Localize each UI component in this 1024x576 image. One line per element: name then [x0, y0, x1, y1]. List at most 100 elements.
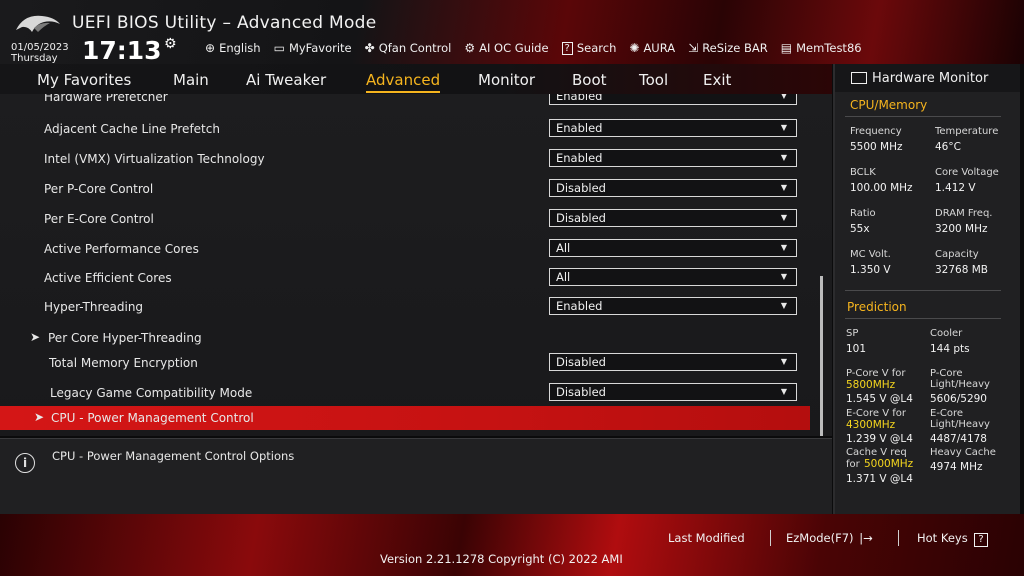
setting-dropdown[interactable]: Disabled ▼ — [549, 383, 797, 401]
setting-row-active-efficient-cores[interactable]: Active Efficient Cores All ▼ — [0, 265, 810, 293]
tool-search[interactable]: ? Search — [561, 41, 616, 55]
caret-down-icon: ▼ — [780, 153, 787, 162]
ai-oc-icon: ⚙ — [464, 41, 476, 55]
caret-down-icon: ▼ — [780, 272, 787, 281]
ecore-lh-sublabel: Light/Heavy — [930, 419, 990, 430]
dram-freq-label: DRAM Freq. — [935, 208, 993, 219]
ezmode-button[interactable]: EzMode(F7) |→ — [786, 531, 873, 545]
monitor-icon — [851, 72, 867, 84]
setting-dropdown[interactable]: Enabled ▼ — [549, 119, 797, 137]
cpu-memory-title: CPU/Memory — [850, 98, 928, 112]
setting-dropdown[interactable]: Enabled ▼ — [549, 297, 797, 315]
caret-down-icon: ▼ — [780, 183, 787, 192]
tool-label: English — [219, 41, 261, 55]
aura-icon: ✺ — [629, 41, 640, 55]
tab-ai-tweaker[interactable]: Ai Tweaker — [246, 71, 326, 89]
tool-qfan-control[interactable]: ✤ Qfan Control — [365, 41, 452, 55]
clock-time[interactable]: 17:13 — [82, 36, 162, 65]
capacity-label: Capacity — [935, 249, 979, 260]
tool-label: ReSize BAR — [702, 41, 768, 55]
hardware-monitor-header: Hardware Monitor — [835, 64, 1020, 92]
tool-english[interactable]: ⊕ English — [205, 41, 261, 55]
core-voltage-value: 1.412 V — [935, 182, 976, 194]
setting-row-vmx-virtualization[interactable]: Intel (VMX) Virtualization Technology En… — [0, 146, 810, 174]
footer-bar: Last Modified EzMode(F7) |→ Hot Keys ? V… — [0, 514, 1024, 576]
setting-label: CPU - Power Management Control — [51, 411, 254, 425]
dropdown-value: Enabled — [556, 121, 603, 135]
scrollbar[interactable] — [820, 276, 823, 436]
tab-monitor[interactable]: Monitor — [478, 71, 535, 89]
setting-row-hardware-prefetcher[interactable]: Hardware Prefetcher Enabled ▼ — [0, 94, 810, 112]
setting-row-total-memory-encryption[interactable]: Total Memory Encryption Disabled ▼ — [0, 350, 810, 378]
sp-label: SP — [846, 328, 859, 339]
tool-memtest86[interactable]: ▤ MemTest86 — [781, 41, 862, 55]
dropdown-value: All — [556, 270, 571, 284]
tab-advanced[interactable]: Advanced — [366, 71, 441, 93]
setting-row-legacy-game-compatibility[interactable]: Legacy Game Compatibility Mode Disabled ▼ — [0, 380, 810, 408]
setting-dropdown[interactable]: Enabled ▼ — [549, 149, 797, 167]
setting-label: Per P-Core Control — [44, 182, 154, 196]
cache-freq-value: 5000MHz — [864, 458, 914, 470]
dropdown-value: Enabled — [556, 151, 603, 165]
ezmode-label: EzMode(F7) — [786, 531, 854, 545]
dropdown-value: Disabled — [556, 181, 606, 195]
dropdown-value: All — [556, 241, 571, 255]
fan-icon: ✤ — [364, 41, 375, 55]
last-modified-button[interactable]: Last Modified — [668, 531, 745, 545]
setting-label: Hardware Prefetcher — [44, 94, 168, 104]
hardware-monitor-panel: Hardware Monitor CPU/Memory Frequency 55… — [833, 64, 1020, 514]
tool-resize-bar[interactable]: ⇲ ReSize BAR — [688, 41, 768, 55]
pcore-lh-sublabel: Light/Heavy — [930, 379, 990, 390]
ecore-lh-value: 4487/4178 — [930, 433, 987, 445]
caret-down-icon: ▼ — [780, 213, 787, 222]
setting-dropdown[interactable]: All ▼ — [549, 239, 797, 257]
tab-exit[interactable]: Exit — [703, 71, 731, 89]
tool-aura[interactable]: ✺ AURA — [629, 41, 675, 55]
ratio-label: Ratio — [850, 208, 876, 219]
prediction-title: Prediction — [847, 300, 907, 314]
setting-dropdown[interactable]: Disabled ▼ — [549, 179, 797, 197]
setting-dropdown[interactable]: Enabled ▼ — [549, 94, 797, 105]
info-icon: i — [15, 453, 35, 473]
gear-icon[interactable]: ⚙ — [164, 36, 177, 52]
tab-my-favorites[interactable]: My Favorites — [37, 71, 131, 89]
frequency-value: 5500 MHz — [850, 141, 903, 153]
setting-label: Intel (VMX) Virtualization Technology — [44, 152, 265, 166]
setting-row-per-e-core-control[interactable]: Per E-Core Control Disabled ▼ — [0, 206, 810, 234]
caret-down-icon: ▼ — [780, 243, 787, 252]
setting-dropdown[interactable]: Disabled ▼ — [549, 209, 797, 227]
tool-ai-oc-guide[interactable]: ⚙ AI OC Guide — [464, 41, 548, 55]
help-panel: i CPU - Power Management Control Options — [0, 438, 832, 515]
ecore-v-value: 1.239 V @L4 — [846, 433, 913, 445]
submenu-per-core-hyper-threading[interactable]: ➤ Per Core Hyper-Threading — [0, 325, 810, 353]
main-tab-bar: My Favorites Main Ai Tweaker Advanced Mo… — [0, 64, 832, 94]
divider — [845, 290, 1001, 291]
frequency-label: Frequency — [850, 126, 902, 137]
setting-row-per-p-core-control[interactable]: Per P-Core Control Disabled ▼ — [0, 176, 810, 204]
tool-myfavorite[interactable]: ▭ MyFavorite — [274, 41, 352, 55]
hot-keys-button[interactable]: Hot Keys ? — [917, 531, 988, 547]
tab-main[interactable]: Main — [173, 71, 209, 89]
cooler-value: 144 pts — [930, 343, 970, 355]
dropdown-value: Enabled — [556, 94, 603, 103]
setting-row-hyper-threading[interactable]: Hyper-Threading Enabled ▼ — [0, 294, 810, 322]
submenu-cpu-power-management[interactable]: ➤ CPU - Power Management Control — [0, 406, 810, 430]
tab-tool[interactable]: Tool — [639, 71, 668, 89]
header-toolbar: ⊕ English ▭ MyFavorite ✤ Qfan Control ⚙ AI O… — [205, 41, 875, 55]
tab-boot[interactable]: Boot — [572, 71, 607, 89]
heavy-cache-label: Heavy Cache — [930, 447, 996, 458]
submenu-arrow-icon: ➤ — [30, 330, 41, 344]
setting-row-active-performance-cores[interactable]: Active Performance Cores All ▼ — [0, 236, 810, 264]
ecore-freq-value: 4300MHz — [846, 419, 896, 431]
setting-dropdown[interactable]: All ▼ — [549, 268, 797, 286]
setting-label: Per E-Core Control — [44, 212, 154, 226]
tool-label: AI OC Guide — [479, 41, 549, 55]
header-bar: UEFI BIOS Utility – Advanced Mode 01/05/… — [0, 0, 1024, 65]
exit-arrow-icon: |→ — [859, 531, 873, 545]
setting-dropdown[interactable]: Disabled ▼ — [549, 353, 797, 371]
setting-row-adjacent-cache-line-prefetch[interactable]: Adjacent Cache Line Prefetch Enabled ▼ — [0, 116, 810, 144]
setting-label: Hyper-Threading — [44, 300, 144, 314]
help-text: CPU - Power Management Control Options — [52, 449, 295, 463]
cache-v-label: Cache V req — [846, 447, 907, 458]
divider — [770, 530, 771, 546]
